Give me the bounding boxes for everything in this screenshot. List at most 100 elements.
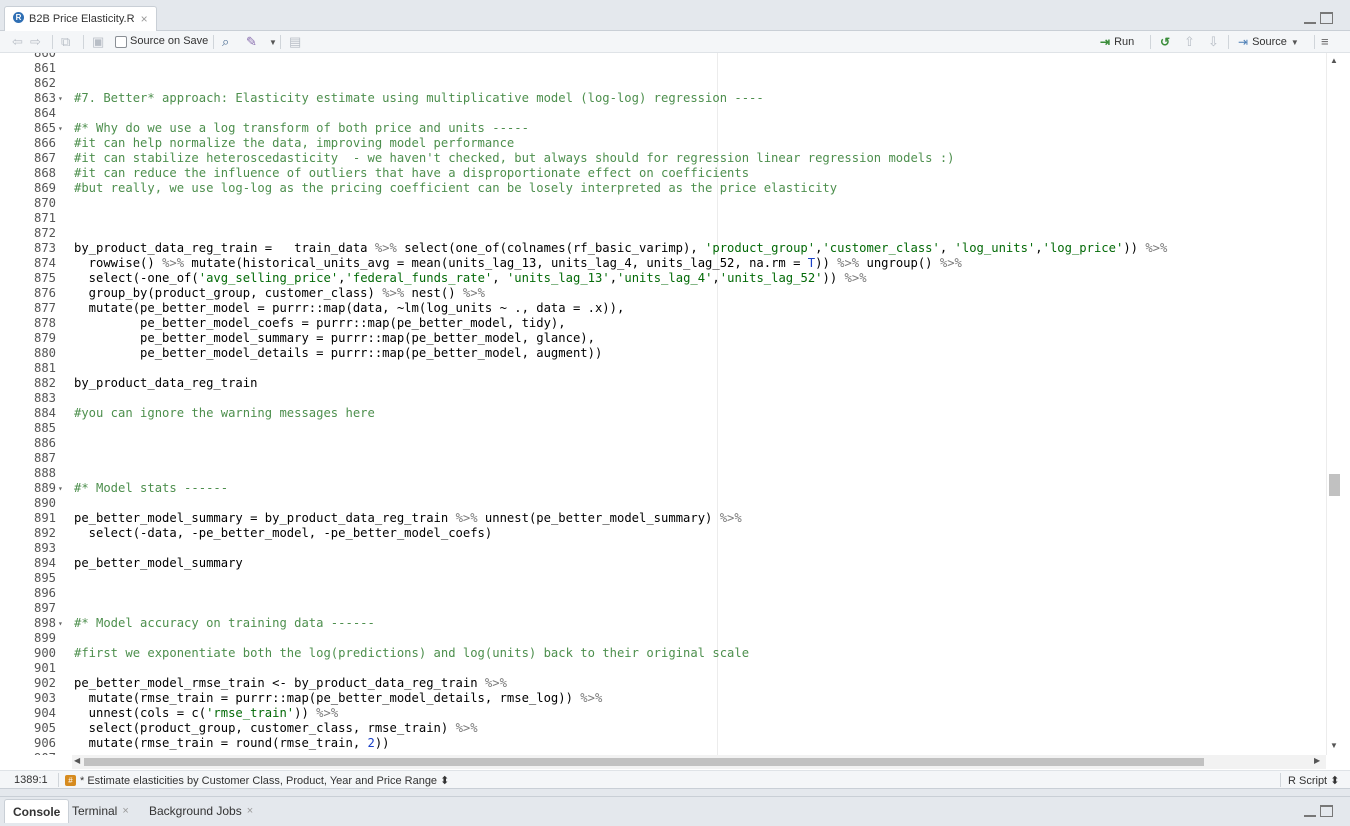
code-line[interactable]: 886: [0, 436, 1342, 451]
scroll-right-icon[interactable]: ▶: [1314, 756, 1320, 765]
maximize-icon[interactable]: [1320, 805, 1333, 817]
vertical-scrollbar[interactable]: ▲ ▼: [1326, 53, 1342, 755]
tab-background-jobs[interactable]: Background Jobs ×: [141, 799, 261, 823]
code-line[interactable]: 872: [0, 226, 1342, 241]
code-line[interactable]: 896: [0, 586, 1342, 601]
scroll-left-icon[interactable]: ◀: [74, 756, 80, 765]
code-line[interactable]: 860: [0, 53, 1342, 61]
code-line[interactable]: 903 mutate(rmse_train = purrr::map(pe_be…: [0, 691, 1342, 706]
chevron-down-icon[interactable]: ▼: [269, 38, 277, 47]
code-line[interactable]: 868 #it can reduce the influence of outli…: [0, 166, 1342, 181]
code-line[interactable]: 876 group_by(product_group, customer_cla…: [0, 286, 1342, 301]
horizontal-scrollbar[interactable]: ◀ ▶: [72, 755, 1326, 769]
show-in-window-icon[interactable]: ⧉: [61, 34, 70, 50]
code-line[interactable]: 889 ▾ #* Model stats ------: [0, 481, 1342, 496]
code-line[interactable]: 878 pe_better_model_coefs = purrr::map(p…: [0, 316, 1342, 331]
minimize-icon[interactable]: [1304, 809, 1316, 817]
code-line[interactable]: 873 by_product_data_reg_train = train_dat…: [0, 241, 1342, 256]
code-editor[interactable]: 860 861 862 863 ▾ #7. Better* approach: Elast…: [0, 53, 1342, 755]
code-line[interactable]: 882 by_product_data_reg_train: [0, 376, 1342, 391]
toolbar-divider: [280, 35, 281, 49]
close-tab-icon[interactable]: ×: [141, 12, 148, 26]
code-line[interactable]: 905 select(product_group, customer_class…: [0, 721, 1342, 736]
maximize-icon[interactable]: [1320, 12, 1333, 24]
section-navigator[interactable]: * Estimate elasticities by Customer Clas…: [80, 774, 449, 787]
tab-label: Terminal: [72, 804, 118, 818]
close-icon[interactable]: ×: [122, 805, 128, 817]
code-line[interactable]: 864: [0, 106, 1342, 121]
code-line[interactable]: 883: [0, 391, 1342, 406]
chevron-down-icon[interactable]: ▼: [1291, 38, 1299, 47]
code-token: T: [807, 256, 816, 270]
code-text: #you can ignore the warning messages her…: [74, 406, 375, 421]
toolbar-divider: [52, 35, 53, 49]
code-line[interactable]: 893: [0, 541, 1342, 556]
code-line[interactable]: 863 ▾ #7. Better* approach: Elasticity est…: [0, 91, 1342, 106]
editor-tab[interactable]: R B2B Price Elasticity.R ×: [4, 6, 157, 31]
scroll-up-icon[interactable]: ▲: [1330, 56, 1338, 65]
code-line[interactable]: 879 pe_better_model_summary = purrr::map…: [0, 331, 1342, 346]
code-line[interactable]: 865 ▾ #* Why do we use a log transform of …: [0, 121, 1342, 136]
fold-toggle-icon[interactable]: ▾: [58, 481, 63, 496]
line-number: 904: [33, 706, 56, 720]
tab-terminal[interactable]: Terminal ×: [64, 799, 137, 823]
code-line[interactable]: 904 unnest(cols = c('rmse_train')) %>%: [0, 706, 1342, 721]
outline-icon[interactable]: ≡: [1321, 34, 1329, 50]
code-line[interactable]: 891 pe_better_model_summary = by_product_…: [0, 511, 1342, 526]
code-line[interactable]: 870: [0, 196, 1342, 211]
fold-toggle-icon[interactable]: ▾: [58, 121, 63, 136]
back-arrow-icon[interactable]: ⇦: [12, 34, 23, 50]
close-icon[interactable]: ×: [247, 805, 253, 817]
scroll-down-icon[interactable]: ▼: [1330, 741, 1338, 750]
vertical-scroll-thumb[interactable]: [1329, 474, 1340, 496]
source-on-save-checkbox[interactable]: [115, 36, 127, 48]
code-line[interactable]: 900 #first we exponentiate both the log(p…: [0, 646, 1342, 661]
code-line[interactable]: 861: [0, 61, 1342, 76]
pane-splitter[interactable]: [0, 789, 1350, 796]
code-line[interactable]: 888: [0, 466, 1342, 481]
tab-console[interactable]: Console: [4, 799, 70, 823]
code-line[interactable]: 877 mutate(pe_better_model = purrr::map(…: [0, 301, 1342, 316]
fold-toggle-icon[interactable]: ▾: [58, 91, 63, 106]
code-line[interactable]: 887: [0, 451, 1342, 466]
code-line[interactable]: 862: [0, 76, 1342, 91]
code-line[interactable]: 902 pe_better_model_rmse_train <- by_prod…: [0, 676, 1342, 691]
code-line[interactable]: 871: [0, 211, 1342, 226]
code-line[interactable]: 867 #it can stabilize heteroscedasticity …: [0, 151, 1342, 166]
minimize-icon[interactable]: [1304, 16, 1316, 24]
run-button[interactable]: ⇥ Run: [1100, 34, 1134, 50]
code-line[interactable]: 866 #it can help normalize the data, impr…: [0, 136, 1342, 151]
code-line[interactable]: 884 #you can ignore the warning messages …: [0, 406, 1342, 421]
code-line[interactable]: 906 mutate(rmse_train = round(rmse_train…: [0, 736, 1342, 751]
code-line[interactable]: 881: [0, 361, 1342, 376]
code-line[interactable]: 895: [0, 571, 1342, 586]
code-line[interactable]: 892 select(-data, -pe_better_model, -pe_…: [0, 526, 1342, 541]
code-line[interactable]: 885: [0, 421, 1342, 436]
go-up-icon[interactable]: ⇧: [1184, 34, 1195, 50]
rerun-icon[interactable]: ↺: [1160, 34, 1170, 50]
code-line[interactable]: 898 ▾ #* Model accuracy on training data -…: [0, 616, 1342, 631]
search-icon[interactable]: ⌕: [222, 34, 229, 50]
code-token: 'rmse_train': [206, 706, 295, 720]
code-token: mutate(historical_units_avg = mean(units…: [184, 256, 808, 270]
code-line[interactable]: 874 rowwise() %>% mutate(historical_unit…: [0, 256, 1342, 271]
horizontal-scroll-thumb[interactable]: [84, 758, 1204, 766]
save-icon[interactable]: ▣: [92, 34, 104, 50]
file-type-selector[interactable]: R Script ⬍: [1288, 774, 1339, 787]
fold-toggle-icon[interactable]: ▾: [58, 616, 63, 631]
code-line[interactable]: 901: [0, 661, 1342, 676]
code-line[interactable]: 897: [0, 601, 1342, 616]
code-line[interactable]: 890: [0, 496, 1342, 511]
code-line[interactable]: 869 #but really, we use log-log as the pr…: [0, 181, 1342, 196]
code-line[interactable]: 899: [0, 631, 1342, 646]
code-line[interactable]: 875 select(-one_of('avg_selling_price','…: [0, 271, 1342, 286]
code-token: group_by(product_group, customer_class): [74, 286, 383, 300]
code-line[interactable]: 894 pe_better_model_summary: [0, 556, 1342, 571]
compile-report-icon[interactable]: ▤: [289, 34, 301, 50]
magic-wand-icon[interactable]: ✎: [246, 34, 257, 50]
source-button[interactable]: ⇥ Source ▼: [1238, 34, 1299, 50]
go-down-icon[interactable]: ⇩: [1208, 34, 1219, 50]
code-text: #it can stabilize heteroscedasticity - w…: [74, 151, 955, 166]
code-line[interactable]: 880 pe_better_model_details = purrr::map…: [0, 346, 1342, 361]
forward-arrow-icon[interactable]: ⇨: [30, 34, 41, 50]
